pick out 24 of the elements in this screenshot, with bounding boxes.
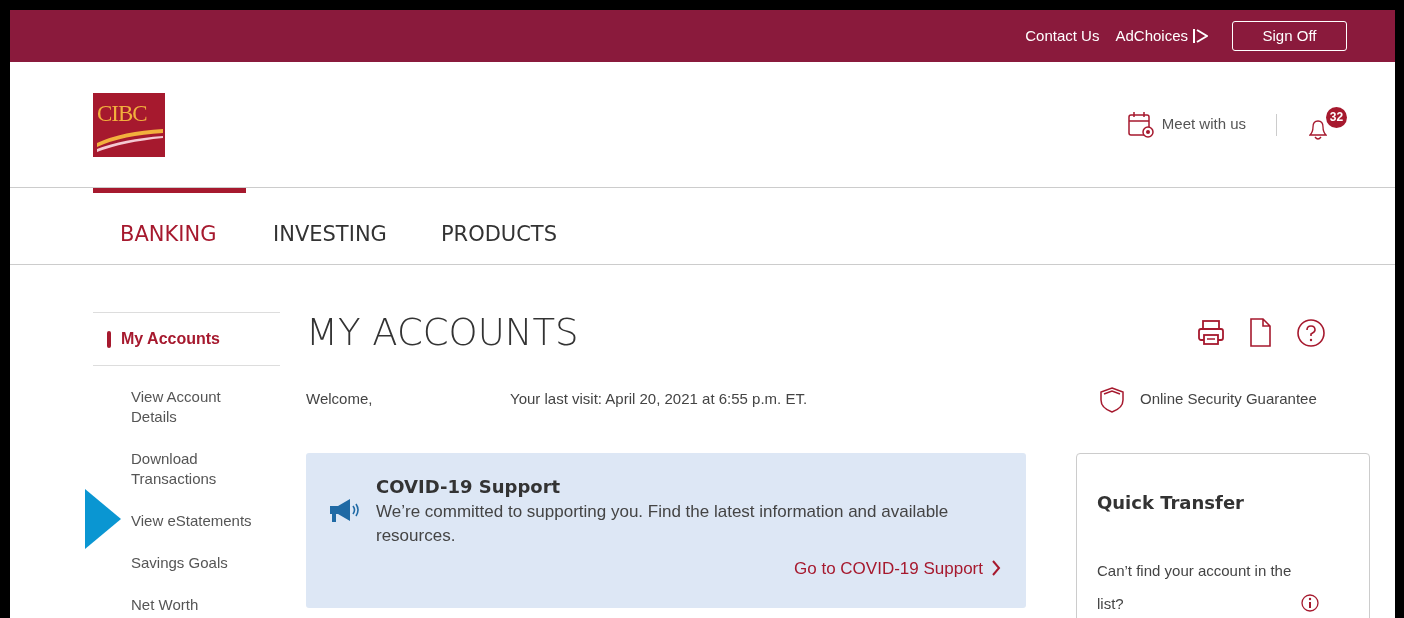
- account-help-text: Can’t find your account in the list?: [1097, 560, 1293, 614]
- nav-tab[interactable]: INVESTING: [246, 188, 414, 264]
- sign-off-button[interactable]: Sign Off: [1232, 21, 1347, 51]
- covid-support-link[interactable]: Go to COVID-19 Support: [794, 555, 983, 581]
- quick-transfer-title: Quick Transfer: [1097, 490, 1245, 515]
- meet-with-us-link[interactable]: Meet with us: [1161, 113, 1246, 136]
- covid-title: COVID-19 Support: [376, 474, 562, 499]
- welcome-text: Welcome,: [306, 389, 374, 410]
- nav-tab[interactable]: BANKING: [93, 188, 246, 264]
- adchoices-link[interactable]: AdChoices: [1115, 24, 1188, 48]
- contact-us-link[interactable]: Contact Us: [1025, 24, 1100, 48]
- nav-tab[interactable]: PRODUCTS: [413, 188, 585, 264]
- notification-count-badge: 32: [1326, 106, 1347, 128]
- sidebar-heading[interactable]: My Accounts: [107, 327, 220, 351]
- sidebar-item[interactable]: View Account Details: [131, 387, 266, 427]
- covid-text: We’re committed to supporting you. Find the latest information and available resources.: [376, 500, 950, 547]
- sidebar-item[interactable]: Net Worth: [131, 595, 266, 615]
- sidebar-item[interactable]: View eStatements: [131, 511, 266, 531]
- last-visit-text: Your last visit: April 20, 2021 at 6:55 p.m. ET.: [510, 389, 808, 410]
- bank-logo[interactable]: CIBC: [93, 92, 165, 157]
- sidebar-item[interactable]: Download Transactions: [131, 449, 266, 489]
- page-title: MY ACCOUNTS: [306, 310, 579, 356]
- sidebar-item[interactable]: Savings Goals: [131, 553, 266, 573]
- security-guarantee-link[interactable]: Online Security Guarantee: [1140, 388, 1317, 411]
